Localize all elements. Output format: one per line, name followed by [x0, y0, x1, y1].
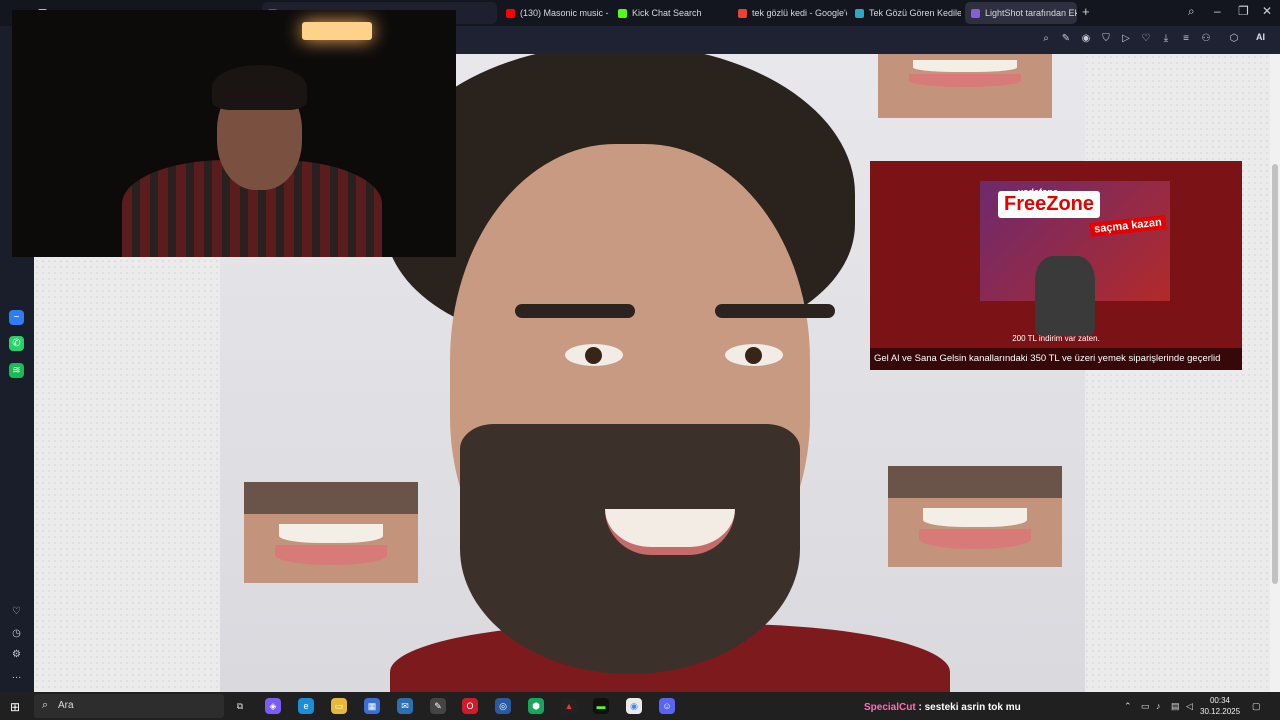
photo-eye-left [565, 344, 623, 366]
smile-thumbnail-right [888, 466, 1062, 567]
tab-label: Kick Chat Search [632, 8, 702, 18]
search-tabs-icon[interactable]: ⌕ [1188, 4, 1195, 19]
vodafone-ad[interactable]: vodafone FreeZone saçma kazan 200 TL ind… [870, 161, 1242, 370]
windows-start-icon[interactable]: ⊞ [10, 700, 20, 714]
heart-icon[interactable]: ♡ [9, 604, 24, 619]
messenger-icon[interactable]: ~ [9, 310, 24, 325]
ad-logo: FreeZone [998, 191, 1101, 218]
photo-brow-left [515, 304, 635, 318]
kick-icon [618, 8, 627, 18]
tray-device-icon[interactable]: ▭ [1141, 701, 1150, 712]
google-icon [738, 8, 747, 18]
file-explorer-icon[interactable]: ▭ [331, 698, 347, 714]
photo-eye-right [725, 344, 783, 366]
ad-caption: Gel Al ve Sana Gelsin kanallarındaki 350… [870, 348, 1242, 370]
restore-button[interactable]: ❐ [1238, 4, 1249, 18]
lightshot-taskbar-icon[interactable]: ✎ [430, 698, 446, 714]
smile-thumbnail-top [878, 54, 1052, 118]
tab-label: (130) Masonic music - Yo [520, 8, 610, 18]
clock-time: 00:34 [1209, 696, 1231, 705]
copilot-icon[interactable]: ◈ [265, 698, 281, 714]
microphone-icon[interactable]: ♪ [1156, 701, 1161, 711]
camera-icon[interactable]: ◉ [1080, 33, 1092, 45]
ad-person [1035, 256, 1095, 336]
whatsapp-icon[interactable]: ✆ [9, 336, 24, 351]
webcam-hair [212, 65, 307, 110]
lightshot-icon [971, 8, 980, 18]
task-view-icon[interactable]: ⧉ [232, 698, 248, 714]
spotify-icon[interactable]: ≋ [9, 363, 24, 378]
taskbar-clock[interactable]: 00:34 30.12.2025 [1200, 695, 1240, 717]
tab-google-search[interactable]: tek gözlü kedi - Google'd [732, 2, 847, 24]
heart-icon[interactable]: ♡ [1140, 33, 1152, 45]
ai-button[interactable]: AI [1256, 32, 1265, 42]
discord-icon[interactable]: ☺ [659, 698, 675, 714]
clock-date: 30.12.2025 [1200, 707, 1241, 716]
tray-chevron-icon[interactable]: ⌃ [1124, 701, 1132, 712]
edge-icon[interactable]: e [298, 698, 314, 714]
mail-icon[interactable]: ✉ [397, 698, 413, 714]
chat-username: SpecialCut [864, 702, 916, 713]
play-icon[interactable]: ▷ [1120, 33, 1132, 45]
app-terminal-icon[interactable]: ▬ [593, 698, 609, 714]
tab-masonic-music[interactable]: (130) Masonic music - Yo [500, 2, 610, 24]
chrome-icon[interactable]: ◉ [626, 698, 642, 714]
scrollbar-thumb[interactable] [1272, 164, 1278, 584]
search-icon: ⌕ [42, 699, 49, 711]
tab-label: tek gözlü kedi - Google'd [752, 8, 847, 18]
shield-icon[interactable]: ⛉ [1100, 33, 1112, 45]
volume-icon[interactable]: ◁ [1186, 701, 1193, 712]
app-green-icon[interactable]: ⬢ [528, 698, 544, 714]
new-tab-button[interactable]: + [1082, 5, 1090, 19]
tab-favicon [855, 8, 864, 18]
chat-text: : sesteki asrin tok mu [918, 702, 1021, 713]
settings-icon[interactable]: ⚙ [9, 647, 24, 662]
store-icon[interactable]: ▦ [364, 698, 380, 714]
search-placeholder: Ara [58, 700, 74, 711]
more-icon[interactable]: … [9, 668, 24, 683]
minimize-button[interactable]: – [1214, 4, 1221, 18]
app-red-icon[interactable]: ▲ [561, 698, 577, 714]
stream-chat-message: SpecialCut : sesteki asrin tok mu [864, 702, 1021, 713]
download-icon[interactable]: ⤓ [1160, 33, 1172, 45]
opera-icon[interactable]: O [462, 698, 478, 714]
photo-brow-right [715, 304, 835, 318]
zoom-icon[interactable]: ⌕ [1040, 33, 1052, 45]
smile-thumbnail-left [244, 482, 418, 583]
windows-taskbar: ⊞ ⌕ Ara ⧉ ◈ e ▭ ▦ ✉ ✎ O ◎ ⬢ ▲ ▬ ◉ ☺ Spec… [0, 692, 1280, 720]
extensions-icon[interactable]: ⬡ [1228, 33, 1240, 45]
close-button[interactable]: ✕ [1262, 4, 1272, 18]
page-scrollbar[interactable] [1270, 54, 1280, 692]
tab-kick-chat-search[interactable]: Kick Chat Search [612, 2, 727, 24]
webcam-lamp [302, 22, 372, 40]
steam-icon[interactable]: ◎ [495, 698, 511, 714]
tab-tek-gozu[interactable]: Tek Gözü Gören Kedilerin [849, 2, 961, 24]
tab-label: Tek Gözü Gören Kedilerin [869, 8, 961, 18]
menu-icon[interactable]: ≡ [1180, 33, 1192, 45]
tab-lightshot[interactable]: LightShot tarafından Ekra [965, 2, 1077, 24]
notification-icon[interactable]: ▢ [1252, 701, 1261, 712]
edit-icon[interactable]: ✎ [1060, 33, 1072, 45]
history-icon[interactable]: ◷ [9, 626, 24, 641]
webcam-overlay [12, 10, 456, 257]
taskbar-search[interactable]: ⌕ Ara [34, 694, 224, 718]
youtube-icon [506, 8, 515, 18]
network-icon[interactable]: ▤ [1171, 701, 1180, 712]
profile-icon[interactable]: ⚇ [1200, 33, 1212, 45]
tab-label: LightShot tarafından Ekra [985, 8, 1077, 18]
ad-discount-text: 200 TL indirim var zaten. [1012, 334, 1100, 343]
